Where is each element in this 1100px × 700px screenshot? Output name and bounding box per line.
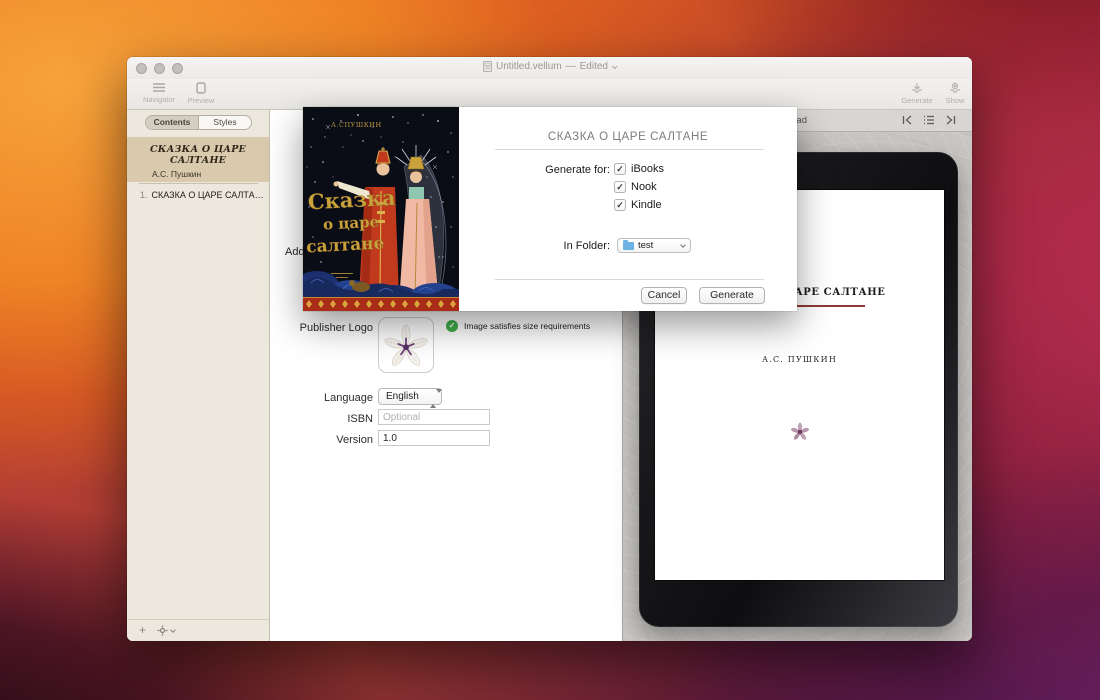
version-field[interactable] [378, 430, 490, 446]
sidebar: Contents Styles СКАЗКА О ЦАРЕ САЛТАНЕ А.… [127, 110, 270, 641]
dialog-title: СКАЗКА О ЦАРЕ САЛТАНЕ [459, 131, 797, 143]
toolbar: Navigator Preview Generate [127, 79, 972, 110]
desktop-wallpaper: Untitled.vellum — Edited Navigator Previ… [0, 0, 1100, 700]
publisher-logo-label: Publisher Logo [271, 322, 373, 334]
edited-menu[interactable]: Edited [580, 61, 608, 72]
nook-label: Nook [631, 181, 657, 193]
logo-status-text: Image satisfies size requirements [464, 321, 590, 331]
book-cover-image: А.СПУШКИН [303, 107, 459, 311]
sidebar-item-chapter[interactable]: 1. СКАЗКА О ЦАРЕ САЛТА… [140, 190, 264, 200]
ibooks-label: iBooks [631, 163, 664, 175]
nook-checkbox[interactable]: ✓ [614, 181, 626, 193]
generate-icon [910, 82, 924, 94]
platform-row-kindle: ✓ Kindle [614, 199, 662, 211]
chapter-number: 1. [140, 190, 148, 200]
stepper-icon [430, 391, 437, 406]
preview-icon [196, 82, 206, 94]
titlebar: Untitled.vellum — Edited [127, 57, 972, 79]
chevron-down-icon [612, 63, 618, 69]
add-chapter-button[interactable]: + [139, 623, 146, 637]
table-of-contents-icon[interactable] [923, 115, 935, 125]
show-toolbar-button[interactable]: Show [933, 82, 972, 105]
gear-menu-chevron-icon [170, 627, 176, 633]
publisher-logo-flower [384, 323, 428, 367]
ibooks-checkbox[interactable]: ✓ [614, 163, 626, 175]
window-title-text: Untitled.vellum [496, 61, 562, 72]
dropdown-chevron-icon [680, 242, 686, 248]
navigator-label: Navigator [137, 95, 181, 104]
sidebar-book-author: А.С. Пушкин [152, 169, 269, 179]
preview-nav-icons [902, 115, 956, 125]
language-select[interactable]: English [378, 388, 442, 405]
skip-to-end-icon[interactable] [945, 115, 956, 125]
language-label: Language [271, 392, 373, 404]
dialog-divider-bottom [495, 279, 764, 280]
kindle-checkbox[interactable]: ✓ [614, 199, 626, 211]
logo-status: ✓ Image satisfies size requirements [446, 320, 590, 332]
dialog-divider-top [495, 149, 764, 150]
tab-contents[interactable]: Contents [146, 116, 199, 129]
show-icon [948, 82, 962, 94]
navigator-icon [152, 82, 166, 93]
gear-icon[interactable] [157, 625, 168, 636]
svg-text:А.СПУШКИН: А.СПУШКИН [331, 121, 382, 129]
platform-row-ibooks: ✓ iBooks [614, 163, 664, 175]
in-folder-label: In Folder: [459, 240, 610, 252]
isbn-field[interactable] [378, 409, 490, 425]
title-separator: — [566, 61, 576, 72]
tab-styles[interactable]: Styles [199, 116, 251, 129]
sidebar-footer: + [127, 619, 269, 641]
show-toolbar-label: Show [933, 96, 972, 105]
page-author: А.С. ПУШКИН [655, 355, 944, 364]
kindle-label: Kindle [631, 199, 662, 211]
cancel-button[interactable]: Cancel [641, 287, 687, 304]
svg-text:о царе: о царе [323, 213, 380, 234]
document-icon [483, 61, 492, 72]
preview-label: Preview [179, 96, 223, 105]
navigator-button[interactable]: Navigator [137, 82, 181, 104]
chapter-label: СКАЗКА О ЦАРЕ САЛТА… [152, 190, 264, 200]
generate-button[interactable]: Generate [699, 287, 765, 304]
preview-button[interactable]: Preview [179, 82, 223, 105]
folder-icon [623, 242, 634, 250]
generate-for-label: Generate for: [459, 164, 610, 176]
version-label: Version [271, 434, 373, 446]
language-value: English [386, 391, 419, 402]
window-title: Untitled.vellum — Edited [127, 61, 972, 72]
sidebar-divider [139, 183, 258, 184]
folder-dropdown[interactable]: test [617, 238, 691, 253]
app-window: Untitled.vellum — Edited Navigator Previ… [127, 57, 972, 641]
skip-to-start-icon[interactable] [902, 115, 913, 125]
sidebar-tab-switcher: Contents Styles [145, 115, 252, 130]
isbn-label: ISBN [271, 413, 373, 425]
generate-dialog: А.СПУШКИН [303, 107, 797, 311]
status-check-icon: ✓ [446, 320, 458, 332]
page-flower-ornament [791, 422, 809, 440]
platform-row-nook: ✓ Nook [614, 181, 657, 193]
publisher-logo-well[interactable] [378, 317, 434, 373]
sidebar-book-title: СКАЗКА О ЦАРЕ САЛТАНЕ [127, 144, 269, 166]
svg-text:салтане: салтане [306, 233, 385, 257]
sidebar-book-header[interactable]: СКАЗКА О ЦАРЕ САЛТАНЕ А.С. Пушкин [127, 137, 269, 182]
folder-name: test [638, 240, 677, 251]
svg-text:Сказка: Сказка [307, 185, 396, 215]
